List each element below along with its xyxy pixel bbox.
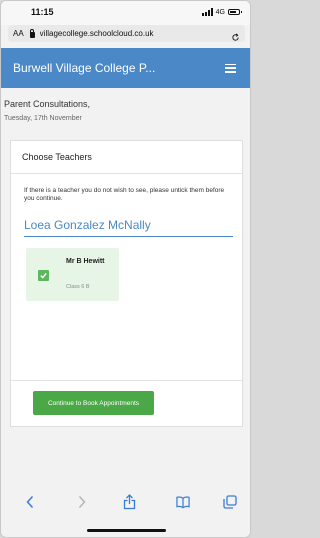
- teacher-name: Mr B Hewitt: [66, 258, 105, 265]
- continue-button[interactable]: Continue to Book Appointments: [33, 391, 154, 415]
- child-name: Loea Gonzalez McNally: [24, 218, 151, 232]
- bookmarks-icon[interactable]: [176, 494, 190, 510]
- app-header: Burwell Village College P...: [1, 48, 250, 88]
- choose-teachers-card: Choose Teachers If there is a teacher yo…: [10, 140, 243, 427]
- home-indicator[interactable]: [87, 529, 166, 532]
- teacher-option[interactable]: Mr B Hewitt Class 6 B: [26, 248, 119, 301]
- event-date: Tuesday, 17th November: [4, 115, 82, 122]
- lock-icon: [29, 28, 35, 38]
- back-chevron-icon[interactable]: [23, 494, 37, 510]
- reader-settings-button[interactable]: AA: [13, 29, 24, 38]
- browser-toolbar: [1, 488, 250, 517]
- divider: [11, 173, 242, 174]
- status-time: 11:15: [31, 7, 54, 17]
- status-indicators: 4G: [201, 7, 242, 17]
- signal-icon: [201, 8, 213, 16]
- phone-screen: 11:15 4G AA villagecollege.schoolcloud.c…: [0, 0, 251, 538]
- child-name-underline: [24, 236, 233, 237]
- hamburger-menu-icon[interactable]: [225, 63, 236, 73]
- instructions-text: If there is a teacher you do not wish to…: [24, 187, 225, 202]
- battery-icon: [228, 9, 242, 15]
- share-icon[interactable]: [122, 494, 136, 510]
- page-heading: Parent Consultations, Tuesday, 17th Nove…: [4, 99, 90, 122]
- url-text[interactable]: villagecollege.schoolcloud.co.uk: [40, 29, 231, 38]
- reload-icon[interactable]: [231, 29, 240, 41]
- tabs-icon[interactable]: [223, 494, 237, 510]
- divider: [11, 380, 242, 381]
- network-type: 4G: [215, 8, 225, 16]
- status-bar: 11:15 4G: [1, 1, 250, 25]
- teacher-class: Class 6 B: [66, 284, 90, 290]
- page-title: Parent Consultations,: [4, 99, 91, 109]
- battery-level: [230, 11, 236, 13]
- check-icon: [40, 273, 47, 279]
- address-bar[interactable]: AA villagecollege.schoolcloud.co.uk: [8, 25, 245, 42]
- forward-chevron-icon[interactable]: [75, 494, 89, 510]
- app-title[interactable]: Burwell Village College P...: [13, 61, 225, 75]
- teacher-checkbox[interactable]: [38, 270, 49, 281]
- card-title: Choose Teachers: [22, 152, 92, 162]
